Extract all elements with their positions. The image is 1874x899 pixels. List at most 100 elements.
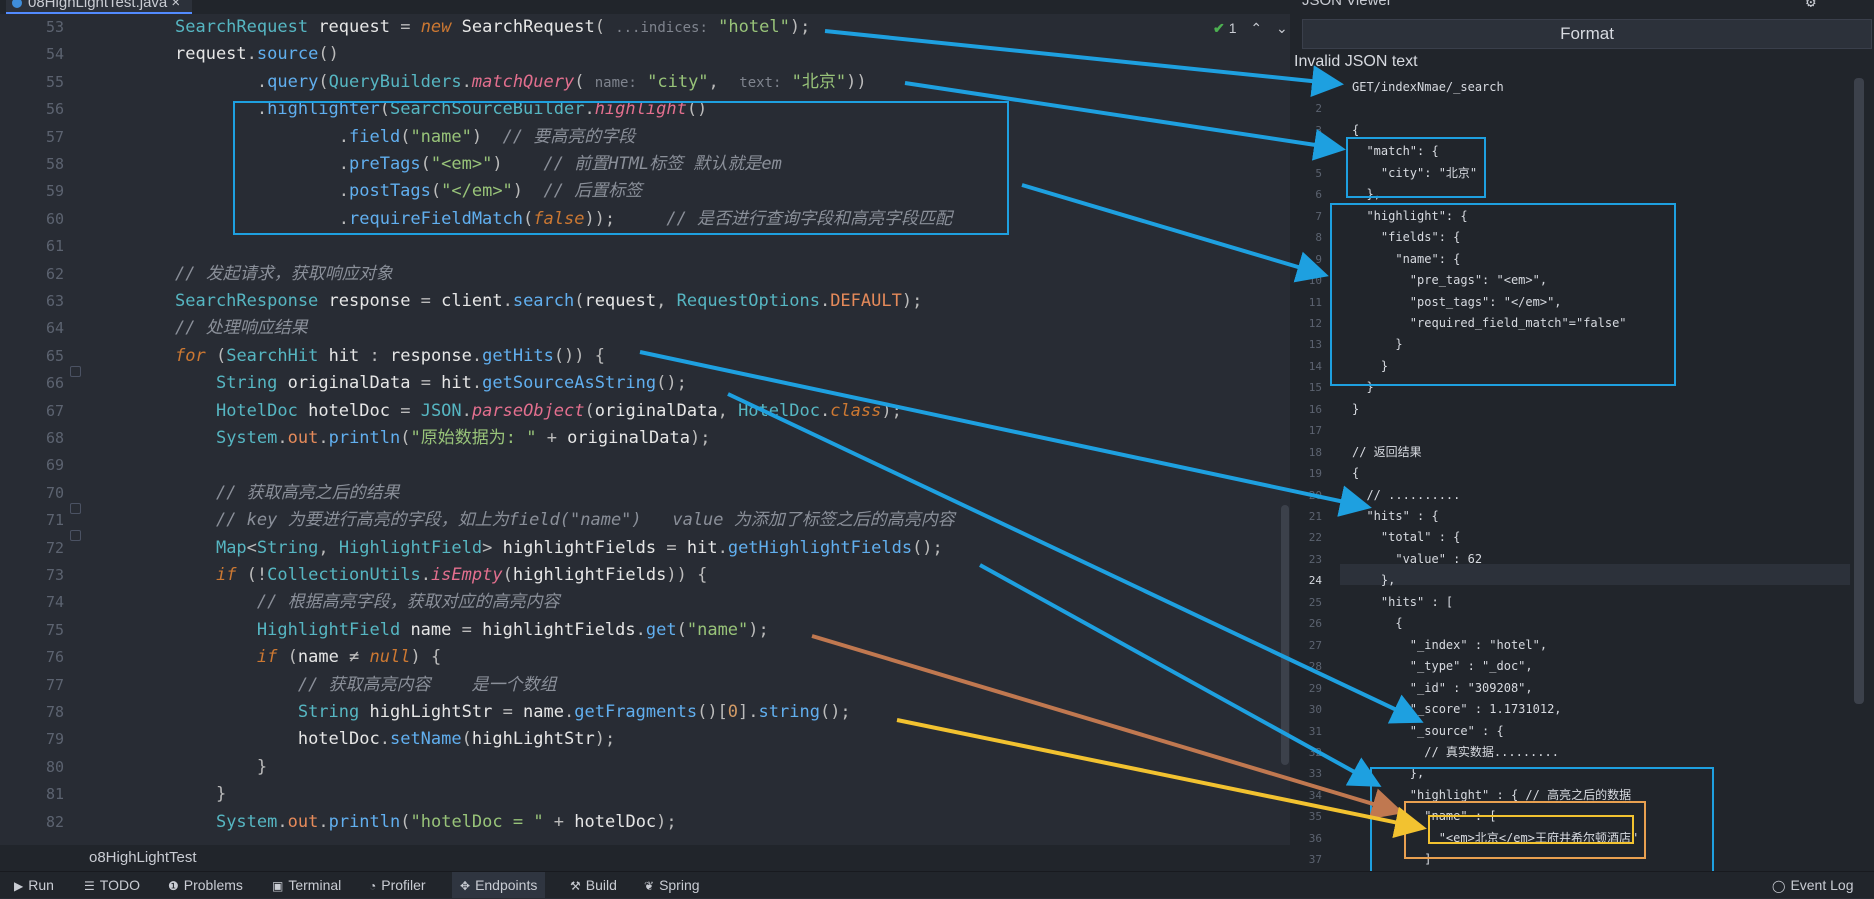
code-line[interactable]: SearchRequest request = new SearchReques… bbox=[175, 14, 810, 42]
json-line-number: 7 bbox=[1290, 206, 1322, 227]
json-line[interactable]: "_id" : "309208", bbox=[1352, 678, 1533, 699]
json-line-number: 19 bbox=[1290, 463, 1322, 484]
code-line[interactable]: String highLightStr = name.getFragments(… bbox=[175, 699, 851, 726]
code-line[interactable]: // 发起请求，获取响应对象 bbox=[175, 261, 393, 288]
problems-tool-button[interactable]: ❶ Problems bbox=[168, 872, 243, 898]
info-icon: ❶ bbox=[168, 879, 179, 893]
terminal-tool-button[interactable]: ▣Terminal bbox=[272, 872, 341, 898]
inspection-widget[interactable]: ✔1 ⌃ ⌄ bbox=[1203, 20, 1288, 42]
line-number: 78 bbox=[0, 699, 64, 726]
json-line[interactable]: // .......... bbox=[1352, 485, 1460, 506]
code-line[interactable]: // key 为要进行高亮的字段，如上为field("name") value … bbox=[175, 507, 955, 534]
json-line-number: 8 bbox=[1290, 227, 1322, 248]
code-line[interactable]: // 获取高亮内容 是一个数组 bbox=[175, 672, 556, 699]
fold-marker-icon[interactable] bbox=[70, 366, 81, 377]
chevron-up-icon[interactable]: ⌃ bbox=[1250, 20, 1262, 36]
spring-tool-button[interactable]: ❦Spring bbox=[644, 872, 700, 898]
code-line[interactable]: if (name ≠ null) { bbox=[175, 644, 441, 671]
code-line[interactable]: String originalData = hit.getSourceAsStr… bbox=[175, 370, 687, 397]
java-file-icon bbox=[12, 0, 22, 8]
line-number: 62 bbox=[0, 261, 64, 288]
code-line[interactable]: // 根据高亮字段，获取对应的高亮内容 bbox=[175, 589, 560, 616]
json-line-number: 33 bbox=[1290, 763, 1322, 784]
json-line-number: 5 bbox=[1290, 163, 1322, 184]
json-line[interactable]: // 返回结果 bbox=[1352, 442, 1422, 463]
code-line[interactable]: hotelDoc.setName(highLightStr); bbox=[175, 726, 615, 753]
run-tool-button[interactable]: ▶Run bbox=[14, 872, 54, 898]
format-button[interactable]: Format bbox=[1302, 19, 1872, 49]
json-line[interactable]: "_index" : "hotel", bbox=[1352, 635, 1547, 656]
highlighter-annotation-box bbox=[233, 101, 1009, 235]
json-line-number: 16 bbox=[1290, 399, 1322, 420]
editor-scrollbar[interactable] bbox=[1281, 505, 1289, 765]
json-line[interactable]: } bbox=[1352, 399, 1359, 420]
code-line[interactable]: HotelDoc hotelDoc = JSON.parseObject(ori… bbox=[175, 398, 902, 425]
code-line[interactable]: request.source() bbox=[175, 41, 339, 68]
code-line[interactable]: HighlightField name = highlightFields.ge… bbox=[175, 617, 769, 644]
json-line-number: 31 bbox=[1290, 721, 1322, 742]
json-line-number: 37 bbox=[1290, 849, 1322, 870]
breadcrumb[interactable]: o8HighLightTest bbox=[0, 845, 1290, 871]
chevron-down-icon[interactable]: ⌄ bbox=[1276, 20, 1288, 36]
profiler-label: Profiler bbox=[381, 877, 425, 893]
endpoints-tool-button[interactable]: ✥Endpoints bbox=[452, 872, 545, 898]
breadcrumb-file[interactable]: o8HighLightTest bbox=[89, 849, 197, 866]
json-line-number: 22 bbox=[1290, 527, 1322, 548]
json-line-number: 29 bbox=[1290, 678, 1322, 699]
line-number: 65 bbox=[0, 343, 64, 370]
json-line[interactable]: "hits" : [ bbox=[1352, 592, 1453, 613]
line-number: 82 bbox=[0, 809, 64, 836]
line-number: 69 bbox=[0, 452, 64, 479]
json-line[interactable]: { bbox=[1352, 463, 1359, 484]
json-line[interactable]: "hits" : { bbox=[1352, 506, 1439, 527]
line-number: 71 bbox=[0, 507, 64, 534]
editor-tab[interactable]: 08HighLightTest.java × bbox=[6, 0, 192, 14]
line-number: 66 bbox=[0, 370, 64, 397]
code-line[interactable]: // 获取高亮之后的结果 bbox=[175, 480, 400, 507]
json-viewer-panel: JSON Viewer ⚙ Format Invalid JSON text 1… bbox=[1290, 0, 1874, 871]
json-scrollbar[interactable] bbox=[1854, 78, 1864, 704]
code-line[interactable]: .query(QueryBuilders.matchQuery( name: "… bbox=[175, 69, 867, 97]
json-line[interactable]: // 真实数据......... bbox=[1352, 742, 1559, 763]
code-editor[interactable]: 08HighLightTest.java × 53545556575859606… bbox=[0, 0, 1290, 845]
code-line[interactable]: SearchResponse response = client.search(… bbox=[175, 288, 922, 315]
run-label: Run bbox=[28, 877, 54, 893]
json-line[interactable]: "_score" : 1.1731012, bbox=[1352, 699, 1562, 720]
problems-label: Problems bbox=[184, 877, 243, 893]
code-line[interactable]: System.out.println("原始数据为: " + originalD… bbox=[175, 425, 710, 452]
line-number: 67 bbox=[0, 398, 64, 425]
todo-tool-button[interactable]: ☰TODO bbox=[84, 872, 140, 898]
code-line[interactable]: } bbox=[175, 754, 267, 781]
json-line[interactable]: { bbox=[1352, 613, 1403, 634]
todo-label: TODO bbox=[100, 877, 140, 893]
json-line[interactable]: "total" : { bbox=[1352, 527, 1460, 548]
code-line[interactable]: } bbox=[175, 781, 226, 808]
line-number: 63 bbox=[0, 288, 64, 315]
endpoints-icon: ✥ bbox=[460, 879, 470, 893]
gear-icon[interactable]: ⚙ bbox=[1806, 0, 1816, 11]
line-number-gutter: 5354555657585960616263646566676869707172… bbox=[0, 14, 90, 845]
json-line[interactable]: "_type" : "_doc", bbox=[1352, 656, 1533, 677]
event-log-button[interactable]: ◯Event Log bbox=[1772, 872, 1854, 898]
fold-marker-icon[interactable] bbox=[70, 530, 81, 541]
code-line[interactable]: if (!CollectionUtils.isEmpty(highlightFi… bbox=[175, 562, 707, 589]
json-line[interactable]: GET/indexNmae/_search bbox=[1352, 77, 1504, 98]
json-line[interactable]: "_source" : { bbox=[1352, 721, 1504, 742]
line-number: 81 bbox=[0, 781, 64, 808]
em-string-annotation-box bbox=[1428, 815, 1634, 844]
code-line[interactable]: System.out.println("hotelDoc = " + hotel… bbox=[175, 809, 677, 836]
json-line[interactable]: "value" : 62 bbox=[1352, 549, 1482, 570]
code-line[interactable]: for (SearchHit hit : response.getHits())… bbox=[175, 343, 605, 370]
gauge-icon: ◔ bbox=[369, 879, 376, 893]
code-line[interactable]: // 处理响应结果 bbox=[175, 315, 308, 342]
json-line-number: 26 bbox=[1290, 613, 1322, 634]
terminal-icon: ▣ bbox=[272, 879, 283, 893]
profiler-tool-button[interactable]: ◔ Profiler bbox=[369, 872, 426, 898]
json-error-text: Invalid JSON text bbox=[1294, 53, 1418, 71]
build-tool-button[interactable]: ⚒Build bbox=[570, 872, 617, 898]
code-line[interactable]: Map<String, HighlightField> highlightFie… bbox=[175, 535, 943, 562]
json-line-number: 13 bbox=[1290, 334, 1322, 355]
line-number: 57 bbox=[0, 124, 64, 151]
fold-marker-icon[interactable] bbox=[70, 503, 81, 514]
json-line[interactable]: }, bbox=[1352, 570, 1395, 591]
